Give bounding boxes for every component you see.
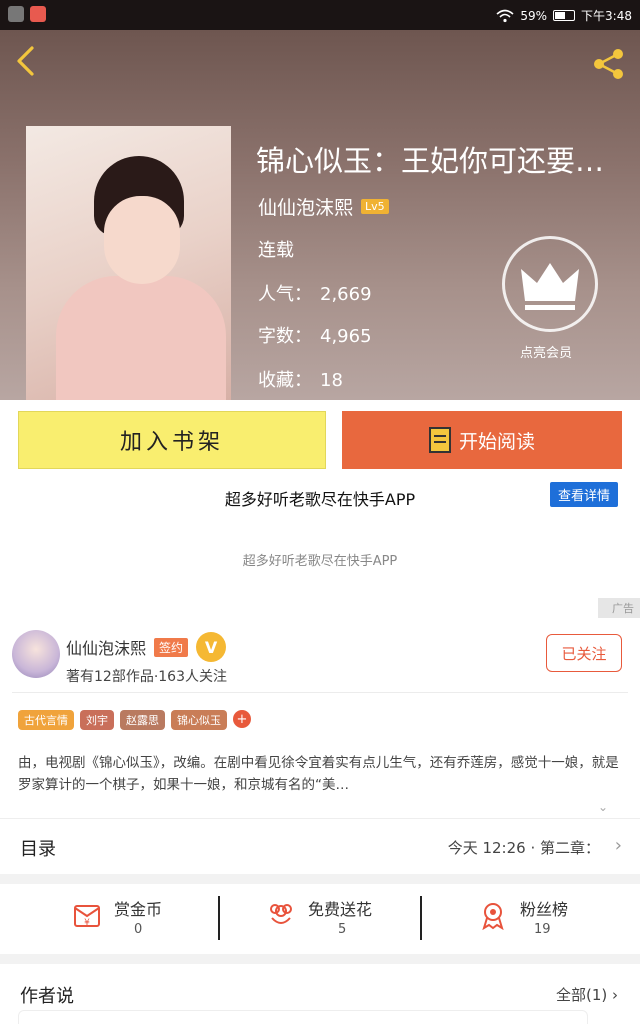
divider [12, 692, 628, 693]
view-all-link[interactable]: 全部(1) › [556, 984, 618, 1005]
favorites-value: 18 [320, 370, 343, 391]
view-all-label: 全部(1) [555, 986, 608, 1004]
book-header: 锦心似玉：王妃你可还要… 仙仙泡沫熙 Lv5 连载 人气： 2,669 字数： 4,… [0, 30, 640, 400]
toc-label: 目录 [20, 839, 56, 860]
status-bar: 59% 下午3:48 [0, 0, 640, 30]
table-of-contents-row[interactable]: 目录 今天 12:26 · 第二章： › [0, 818, 640, 874]
book-icon [428, 427, 451, 453]
vip-badge[interactable] [502, 236, 598, 332]
start-reading-label: 开始阅读 [458, 430, 535, 453]
status-left [8, 6, 46, 22]
share-icon[interactable] [592, 48, 626, 80]
medal-icon [482, 903, 504, 930]
flower-icon [270, 904, 292, 924]
favorites-row: 收藏： 18 [258, 366, 343, 392]
author-card: 仙仙泡沫熙 签约 V 著有12部作品·163人关注 已关注 古代言情 刘宇 赵露… [0, 618, 640, 818]
cover-figure-body [56, 276, 226, 400]
author-says-section: 作者说 全部(1) › [0, 964, 640, 1024]
book-title: 锦心似玉：王妃你可还要… [256, 144, 605, 178]
status-right: 59% 下午3:48 [496, 7, 632, 24]
reward-coins-button[interactable]: ¥ 赏金币 0 [72, 894, 272, 944]
book-status: 连载 [258, 240, 294, 261]
cover-figure-face [104, 196, 180, 284]
svg-text:¥: ¥ [84, 918, 90, 928]
book-synopsis: 由，电视剧《锦心似玉》，改编。在剧中看见徐令宜着实有点儿生气，还有乔莲房，感觉十… [18, 755, 619, 793]
avatar[interactable] [12, 630, 60, 678]
action-bar: 加入书架 开始阅读 [0, 400, 640, 482]
notification-icon [8, 6, 24, 22]
verified-icon: V [196, 632, 227, 662]
tag-item[interactable]: 锦心似玉 [171, 710, 227, 730]
follow-button[interactable]: 已关注 [546, 634, 622, 672]
tag-item[interactable]: 赵露思 [120, 710, 165, 730]
crown-icon [521, 263, 579, 310]
word-count-value: 4,965 [320, 326, 372, 347]
start-reading-button[interactable]: 开始阅读 [342, 411, 622, 469]
author-says-card[interactable] [18, 1010, 588, 1024]
popularity-row: 人气： 2,669 [258, 280, 372, 306]
author-level-badge: Lv5 [361, 199, 389, 214]
chevron-down-icon[interactable]: ⌄ [598, 800, 608, 814]
tag-item[interactable]: 古代言情 [18, 710, 74, 730]
free-flower-label: 免费送花 [308, 900, 373, 919]
support-bar: ¥ 赏金币 0 免费送花 5 粉丝榜 19 [0, 884, 640, 954]
popularity-value: 2,669 [320, 284, 372, 305]
coin-envelope-icon: ¥ [74, 905, 100, 928]
author-name-row: 仙仙泡沫熙 签约 V [66, 632, 227, 662]
author-name[interactable]: 仙仙泡沫熙 [66, 635, 146, 659]
vip-label[interactable]: 点亮会员 [520, 342, 572, 361]
author-stats: 著有12部作品·163人关注 [66, 669, 227, 685]
book-cover[interactable] [26, 126, 231, 400]
tag-list: 古代言情 刘宇 赵露思 锦心似玉 + [18, 710, 251, 730]
ad-label: 广告 [598, 598, 640, 618]
fan-ranking-count: 19 [534, 922, 551, 937]
popularity-label: 人气： [258, 284, 312, 305]
chevron-right-icon: › [612, 986, 618, 1004]
book-author[interactable]: 仙仙泡沫熙 [258, 193, 353, 220]
add-tag-button[interactable]: + [233, 710, 251, 728]
ad-banner[interactable]: 超多好听老歌尽在快手APP 查看详情 超多好听老歌尽在快手APP 广告 [0, 482, 640, 618]
back-icon[interactable] [12, 44, 40, 78]
signed-badge: 签约 [154, 637, 189, 657]
latest-chapter: 今天 12:26 · 第二章： [447, 839, 600, 857]
tag-item[interactable]: 刘宇 [80, 710, 114, 730]
reward-coins-label: 赏金币 [114, 900, 163, 919]
fan-ranking-button[interactable]: 粉丝榜 19 [478, 894, 640, 944]
add-to-shelf-button[interactable]: 加入书架 [18, 411, 326, 469]
free-flower-button[interactable]: 免费送花 5 [266, 894, 466, 944]
battery-icon [553, 10, 576, 21]
favorites-label: 收藏： [258, 370, 312, 391]
battery-percent: 59% [520, 8, 548, 23]
ad-detail-button[interactable]: 查看详情 [549, 482, 618, 507]
free-flower-count: 5 [338, 922, 347, 937]
divider [218, 896, 220, 940]
chevron-right-icon: › [614, 835, 622, 856]
divider [420, 896, 422, 940]
word-count-row: 字数： 4,965 [258, 322, 372, 348]
wifi-icon [496, 9, 514, 22]
reward-coins-count: 0 [134, 922, 143, 937]
book-author-row[interactable]: 仙仙泡沫熙 Lv5 [258, 193, 389, 220]
ad-subtitle: 超多好听老歌尽在快手APP [242, 554, 398, 569]
clock: 下午3:48 [581, 9, 632, 23]
ad-title: 超多好听老歌尽在快手APP [224, 490, 416, 509]
word-count-label: 字数： [258, 326, 312, 347]
app-notification-icon [30, 6, 46, 22]
fan-ranking-label: 粉丝榜 [520, 900, 569, 919]
author-says-label: 作者说 [20, 986, 74, 1007]
